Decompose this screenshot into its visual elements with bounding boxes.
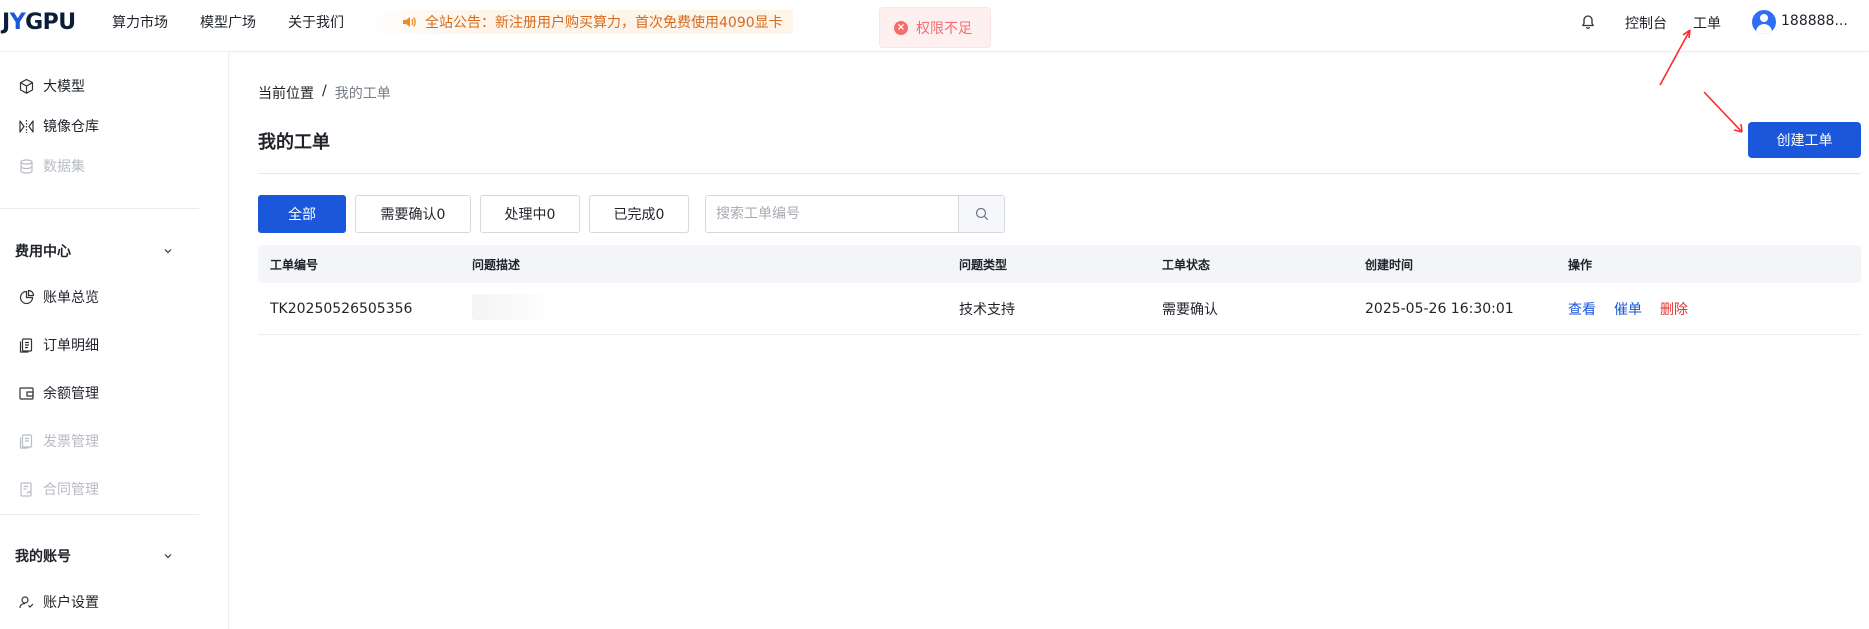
breadcrumb: 当前位置 / 我的工单 xyxy=(258,83,391,103)
announcement-bar: 全站公告：新注册用户购买算力，首次免费使用4090显卡 xyxy=(365,10,793,34)
sidebar-item-image-repo[interactable]: 镜像仓库 xyxy=(18,115,99,137)
cell-actions: 查看 催单 删除 xyxy=(1556,299,1861,319)
order-icon xyxy=(19,337,33,353)
col-ticket-id: 工单编号 xyxy=(270,257,319,272)
filter-completed[interactable]: 已完成0 xyxy=(589,195,689,233)
col-created: 创建时间 xyxy=(1365,257,1414,272)
filter-processing[interactable]: 处理中0 xyxy=(480,195,580,233)
sidebar-group-account[interactable]: 我的账号 xyxy=(15,545,173,567)
col-description: 问题描述 xyxy=(472,257,521,272)
delete-ticket-link[interactable]: 删除 xyxy=(1660,299,1688,319)
toast-message: 权限不足 xyxy=(916,20,972,37)
chevron-down-icon xyxy=(164,554,172,559)
invoice-icon xyxy=(19,433,33,449)
nav-console[interactable]: 控制台 xyxy=(1625,13,1667,33)
bell-icon[interactable] xyxy=(1580,14,1596,30)
breadcrumb-current: 我的工单 xyxy=(334,86,391,102)
create-ticket-button[interactable]: 创建工单 xyxy=(1748,122,1861,158)
urge-ticket-link[interactable]: 催单 xyxy=(1614,299,1642,319)
speaker-icon xyxy=(403,17,416,27)
nav-model-plaza[interactable]: 模型广场 xyxy=(200,12,256,32)
sidebar-item-order-detail[interactable]: 订单明细 xyxy=(18,334,99,356)
mirror-icon xyxy=(19,119,34,133)
col-status: 工单状态 xyxy=(1162,257,1211,272)
user-avatar[interactable] xyxy=(1752,10,1776,34)
account-settings-icon xyxy=(19,595,34,608)
cell-description xyxy=(460,293,947,324)
error-icon: × xyxy=(894,20,908,35)
sidebar-item-llm[interactable]: 大模型 xyxy=(18,75,85,97)
filter-all[interactable]: 全部 xyxy=(258,195,346,233)
search-input[interactable] xyxy=(706,196,958,232)
logo[interactable]: JYGPU xyxy=(2,10,76,35)
pie-chart-icon xyxy=(19,289,35,304)
cube-icon xyxy=(19,78,34,94)
ticket-search xyxy=(705,195,1005,233)
sidebar-item-contract[interactable]: 合同管理 xyxy=(18,478,99,500)
breadcrumb-prefix: 当前位置 xyxy=(258,86,314,102)
contract-icon xyxy=(20,481,32,497)
announcement-text: 全站公告：新注册用户购买算力，首次免费使用4090显卡 xyxy=(425,15,783,31)
ticket-table: 工单编号 问题描述 问题类型 工单状态 创建时间 操作 TK2025052650… xyxy=(258,245,1861,335)
cell-ticket-id: TK20250526505356 xyxy=(270,300,413,317)
sidebar-item-account-settings[interactable]: 账户设置 xyxy=(18,591,99,613)
page-title: 我的工单 xyxy=(258,132,330,153)
cell-created: 2025-05-26 16:30:01 xyxy=(1365,300,1514,317)
database-icon xyxy=(20,158,33,174)
chevron-down-icon xyxy=(164,249,172,254)
sidebar-divider xyxy=(0,208,199,209)
view-ticket-link[interactable]: 查看 xyxy=(1568,299,1596,319)
user-phone[interactable]: 188888... xyxy=(1781,13,1848,29)
wallet-icon xyxy=(19,386,34,400)
status-filter-group: 全部 需要确认0 处理中0 已完成0 xyxy=(258,195,689,233)
nav-compute-market[interactable]: 算力市场 xyxy=(112,12,168,32)
sidebar-item-bill-overview[interactable]: 账单总览 xyxy=(18,286,99,308)
cell-type: 技术支持 xyxy=(959,301,1015,318)
blurred-description xyxy=(472,293,552,320)
search-icon xyxy=(975,207,988,221)
col-type: 问题类型 xyxy=(959,257,1008,272)
sidebar: 大模型 镜像仓库 数据集 费用中心 账单总览 订单明细 余额管理 发票管理 合同… xyxy=(0,52,229,629)
cell-status: 需要确认 xyxy=(1162,301,1218,318)
nav-ticket[interactable]: 工单 xyxy=(1693,13,1721,33)
sidebar-item-balance[interactable]: 余额管理 xyxy=(18,382,99,404)
sidebar-item-dataset[interactable]: 数据集 xyxy=(18,155,85,177)
col-actions: 操作 xyxy=(1568,257,1593,272)
title-divider xyxy=(258,173,1861,174)
annotation-arrow-create xyxy=(1703,91,1743,133)
sidebar-divider xyxy=(0,514,199,515)
sidebar-item-invoice[interactable]: 发票管理 xyxy=(18,430,99,452)
main-nav: 算力市场 模型广场 关于我们 xyxy=(112,0,376,44)
table-row: TK20250526505356 技术支持 需要确认 2025-05-26 16… xyxy=(258,283,1861,335)
permission-toast: × 权限不足 xyxy=(879,7,991,48)
sidebar-group-billing[interactable]: 费用中心 xyxy=(15,240,173,262)
search-button[interactable] xyxy=(958,196,1004,232)
nav-about-us[interactable]: 关于我们 xyxy=(288,12,344,32)
breadcrumb-separator: / xyxy=(322,83,327,99)
table-header: 工单编号 问题描述 问题类型 工单状态 创建时间 操作 xyxy=(258,245,1861,283)
filter-need-confirm[interactable]: 需要确认0 xyxy=(355,195,471,233)
